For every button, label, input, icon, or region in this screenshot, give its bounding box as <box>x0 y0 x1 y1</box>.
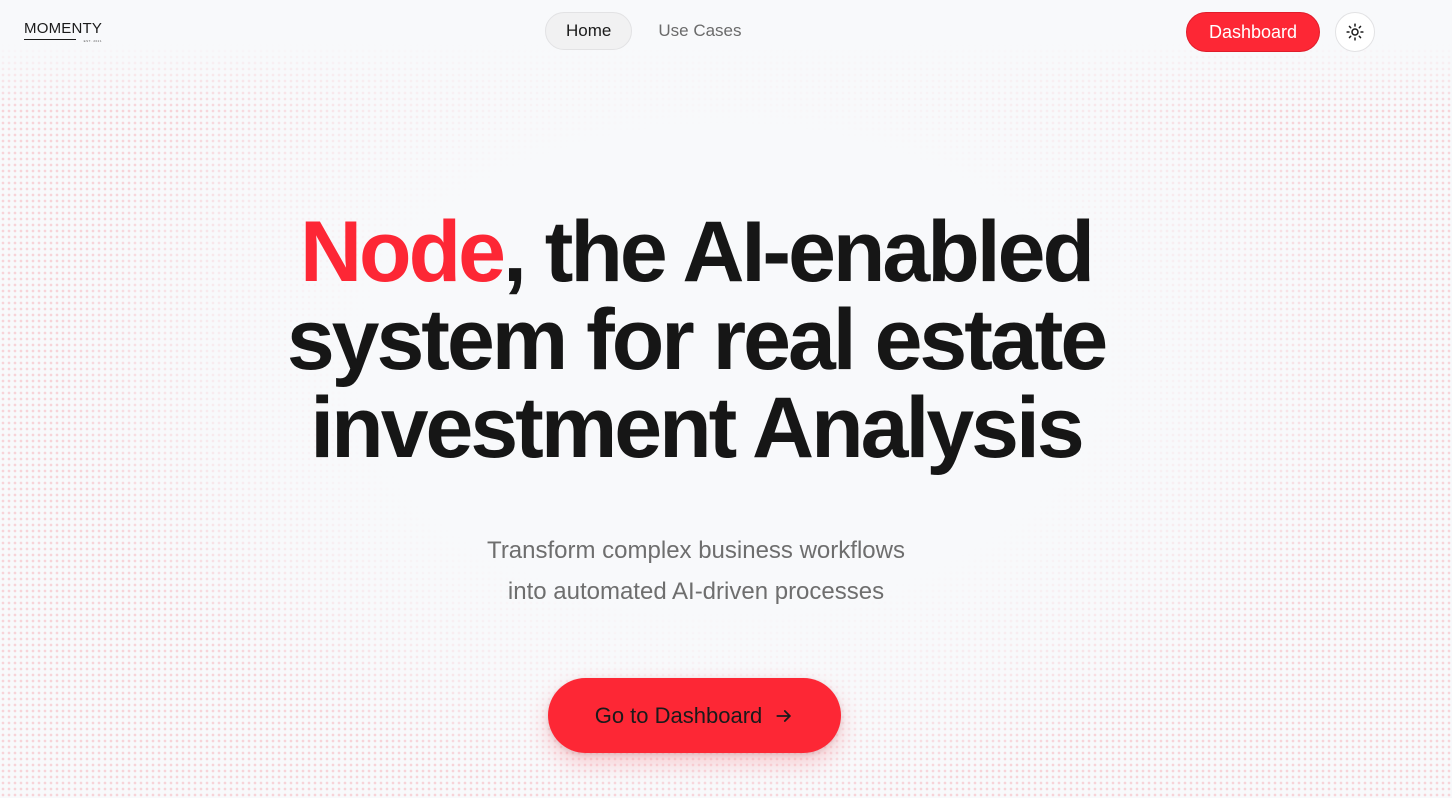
hero-title-line1: , the AI-enabled <box>502 204 1095 300</box>
hero-subtitle-line2: into automated AI-driven processes <box>507 578 885 605</box>
arrow-right-icon <box>776 709 792 722</box>
hero-subtitle: Transform complex business workflows int… <box>396 530 996 612</box>
hero-title-line2: system for real estate <box>286 292 1108 388</box>
logo-text: MOMENTY <box>24 20 103 37</box>
cta-label: Go to Dashboard <box>594 702 763 728</box>
nav-item-use-cases[interactable]: Use Cases <box>638 12 761 50</box>
go-to-dashboard-button[interactable]: Go to Dashboard <box>548 678 841 753</box>
logo-underline <box>24 39 76 40</box>
dashboard-button-label: Dashboard <box>1208 21 1298 42</box>
landing-page: MOMENTY EST. 2021 Home Use Cases Dashboa… <box>0 0 1452 798</box>
momenty-logo[interactable]: MOMENTY EST. 2021 <box>24 20 106 43</box>
main-nav: Home Use Cases <box>545 12 762 50</box>
hero-title-accent: Node <box>299 204 506 300</box>
hero-title: Node, the AI-enabled system for real est… <box>226 208 1166 472</box>
sun-icon <box>1346 23 1364 41</box>
hero-subtitle-line1: Transform complex business workflows <box>487 537 905 564</box>
nav-item-label: Home <box>566 21 612 40</box>
dashboard-button[interactable]: Dashboard <box>1186 12 1320 52</box>
logo-subtext: EST. 2021 <box>83 39 102 43</box>
theme-toggle-button[interactable] <box>1335 12 1375 52</box>
nav-item-label: Use Cases <box>658 21 742 40</box>
hero-title-line3: investment Analysis <box>310 380 1084 476</box>
nav-item-home[interactable]: Home <box>545 12 633 50</box>
